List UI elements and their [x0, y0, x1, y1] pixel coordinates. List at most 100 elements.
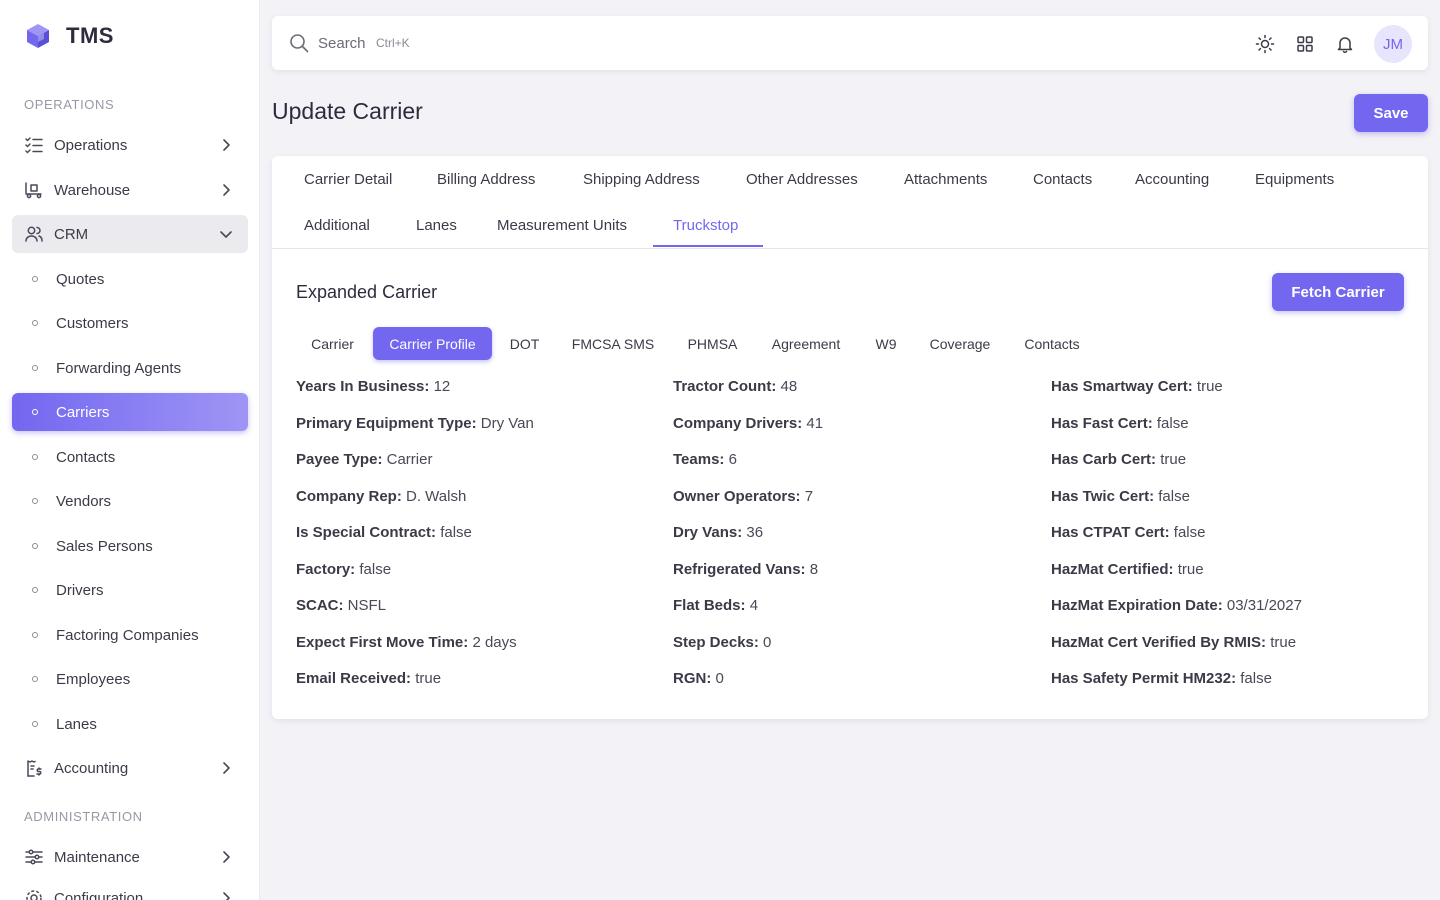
- chevron-right-icon: [223, 184, 230, 196]
- field-owner-operators: Owner Operators: 7: [673, 487, 814, 505]
- tab-billing-address[interactable]: Billing Address: [435, 156, 537, 202]
- sidebar-item-operations[interactable]: Operations: [12, 126, 248, 164]
- sidebar-item-label: Customers: [56, 314, 129, 332]
- sidebar-subitem-customers[interactable]: Customers: [12, 304, 248, 342]
- sidebar-item-label: Vendors: [56, 492, 112, 510]
- field-teams: Teams: 6: [673, 451, 737, 468]
- sidebar-item-crm[interactable]: CRM: [12, 215, 248, 253]
- sidebar-subitem-vendors[interactable]: Vendors: [12, 482, 248, 520]
- field-hazmat-expiration-date: HazMat Expiration Date: 03/31/2027: [1051, 597, 1302, 614]
- active-tab-indicator: [653, 245, 763, 247]
- receipt-dollar-icon: [24, 758, 44, 778]
- sidebar-item-configuration[interactable]: Configuration: [12, 879, 248, 900]
- subtab-carrier[interactable]: Carrier: [296, 327, 369, 360]
- field-factory: Factory: false: [296, 560, 392, 578]
- search-icon[interactable]: [288, 32, 310, 54]
- subtab-agreement[interactable]: Agreement: [756, 327, 856, 360]
- sidebar-subitem-carriers[interactable]: Carriers: [12, 393, 248, 431]
- sidebar-item-label: Maintenance: [54, 848, 140, 866]
- sidebar-subitem-sales-persons[interactable]: Sales Persons: [12, 527, 248, 565]
- sidebar-item-label: Warehouse: [54, 181, 131, 199]
- sidebar-item-label: Accounting: [54, 759, 129, 777]
- chevron-right-icon: [223, 762, 230, 774]
- tab-shipping-address[interactable]: Shipping Address: [581, 156, 702, 202]
- tab-equipments[interactable]: Equipments: [1253, 156, 1336, 202]
- sidebar-item-label: Drivers: [56, 581, 104, 599]
- fetch-carrier-button[interactable]: Fetch Carrier: [1272, 273, 1404, 311]
- bell-icon[interactable]: [1334, 33, 1356, 55]
- sidebar-item-label: Carriers: [56, 403, 110, 421]
- field-scac: SCAC: NSFL: [296, 597, 387, 614]
- field-years-in-business: Years In Business: 12: [296, 378, 451, 395]
- adjustments-icon: [24, 847, 44, 867]
- sidebar-subitem-forwarding-agents[interactable]: Forwarding Agents: [12, 349, 248, 387]
- field-has-smartway-cert: Has Smartway Cert: true: [1051, 378, 1223, 395]
- bullet-icon: [32, 721, 38, 727]
- field-is-special-contract: Is Special Contract: false: [296, 524, 472, 541]
- section-label-administration: ADMINISTRATION: [24, 809, 143, 824]
- chevron-right-icon: [223, 139, 230, 151]
- sidebar-subitem-drivers[interactable]: Drivers: [12, 571, 248, 609]
- tab-attachments[interactable]: Attachments: [902, 156, 989, 202]
- subtab-coverage[interactable]: Coverage: [916, 327, 1004, 360]
- bullet-icon: [32, 632, 38, 638]
- chevron-right-icon: [223, 851, 230, 863]
- cube-logo-icon: [27, 24, 49, 48]
- bullet-icon: [32, 276, 38, 282]
- brand-name: TMS: [66, 23, 114, 48]
- field-flat-beds: Flat Beds: 4: [673, 597, 759, 614]
- sidebar-subitem-lanes[interactable]: Lanes: [12, 705, 248, 743]
- sidebar-item-label: Forwarding Agents: [56, 359, 182, 377]
- tab-truckstop[interactable]: Truckstop: [671, 202, 740, 248]
- sidebar-item-label: Quotes: [56, 270, 105, 288]
- subtab-fmcsa-sms[interactable]: FMCSA SMS: [557, 327, 669, 360]
- list-check-icon: [24, 135, 44, 155]
- sidebar-item-label: CRM: [54, 225, 89, 243]
- bullet-icon: [32, 454, 38, 460]
- field-tractor-count: Tractor Count: 48: [673, 378, 798, 395]
- carrier-card: Carrier Detail Billing Address Shipping …: [272, 156, 1428, 719]
- theme-toggle-sun-icon[interactable]: [1254, 33, 1276, 55]
- field-step-decks: Step Decks: 0: [673, 633, 772, 651]
- sidebar-item-label: Contacts: [56, 448, 116, 466]
- tab-measurement-units[interactable]: Measurement Units: [495, 202, 629, 248]
- sidebar-item-maintenance[interactable]: Maintenance: [12, 838, 248, 876]
- sidebar-item-warehouse[interactable]: Warehouse: [12, 171, 248, 209]
- sidebar-subitem-factoring-companies[interactable]: Factoring Companies: [12, 616, 248, 654]
- sidebar-item-label: Lanes: [56, 715, 97, 733]
- subtab-dot[interactable]: DOT: [496, 327, 553, 360]
- search-input[interactable]: [318, 34, 374, 52]
- field-has-twic-cert: Has Twic Cert: false: [1051, 487, 1190, 505]
- save-button[interactable]: Save: [1354, 94, 1428, 132]
- subtab-contacts[interactable]: Contacts: [1008, 327, 1096, 360]
- field-dry-vans: Dry Vans: 36: [673, 524, 764, 541]
- sidebar-subitem-quotes[interactable]: Quotes: [12, 260, 248, 298]
- field-primary-equipment-type: Primary Equipment Type: Dry Van: [296, 414, 534, 432]
- brand[interactable]: TMS: [24, 20, 114, 52]
- tab-accounting[interactable]: Accounting: [1133, 156, 1211, 202]
- subtab-phmsa[interactable]: PHMSA: [673, 327, 752, 360]
- tab-lanes[interactable]: Lanes: [414, 202, 459, 248]
- apps-grid-icon[interactable]: [1294, 33, 1316, 55]
- field-has-fast-cert: Has Fast Cert: false: [1051, 414, 1189, 432]
- field-refrigerated-vans: Refrigerated Vans: 8: [673, 560, 819, 578]
- subtab-carrier-profile[interactable]: Carrier Profile: [373, 327, 492, 360]
- bullet-icon: [32, 409, 38, 415]
- bullet-icon: [32, 320, 38, 326]
- user-avatar[interactable]: JM: [1374, 25, 1412, 63]
- settings-icon: [24, 888, 44, 900]
- expanded-carrier-title: Expanded Carrier: [296, 282, 438, 302]
- tab-additional[interactable]: Additional: [302, 202, 372, 248]
- field-has-carb-cert: Has Carb Cert: true: [1051, 451, 1187, 468]
- tab-other-addresses[interactable]: Other Addresses: [744, 156, 860, 202]
- tab-contacts[interactable]: Contacts: [1031, 156, 1094, 202]
- sidebar-subitem-employees[interactable]: Employees: [12, 660, 248, 698]
- sidebar-subitem-contacts[interactable]: Contacts: [12, 438, 248, 476]
- bullet-icon: [32, 365, 38, 371]
- fields-column-2: Tractor Count: 48 Company Drivers: 41 Te…: [673, 378, 1043, 707]
- subtab-w9[interactable]: W9: [860, 327, 912, 360]
- sidebar-item-accounting[interactable]: Accounting: [12, 749, 248, 787]
- field-hazmat-certified: HazMat Certified: true: [1051, 560, 1204, 578]
- tab-carrier-detail[interactable]: Carrier Detail: [302, 156, 394, 202]
- field-email-received: Email Received: true: [296, 670, 442, 687]
